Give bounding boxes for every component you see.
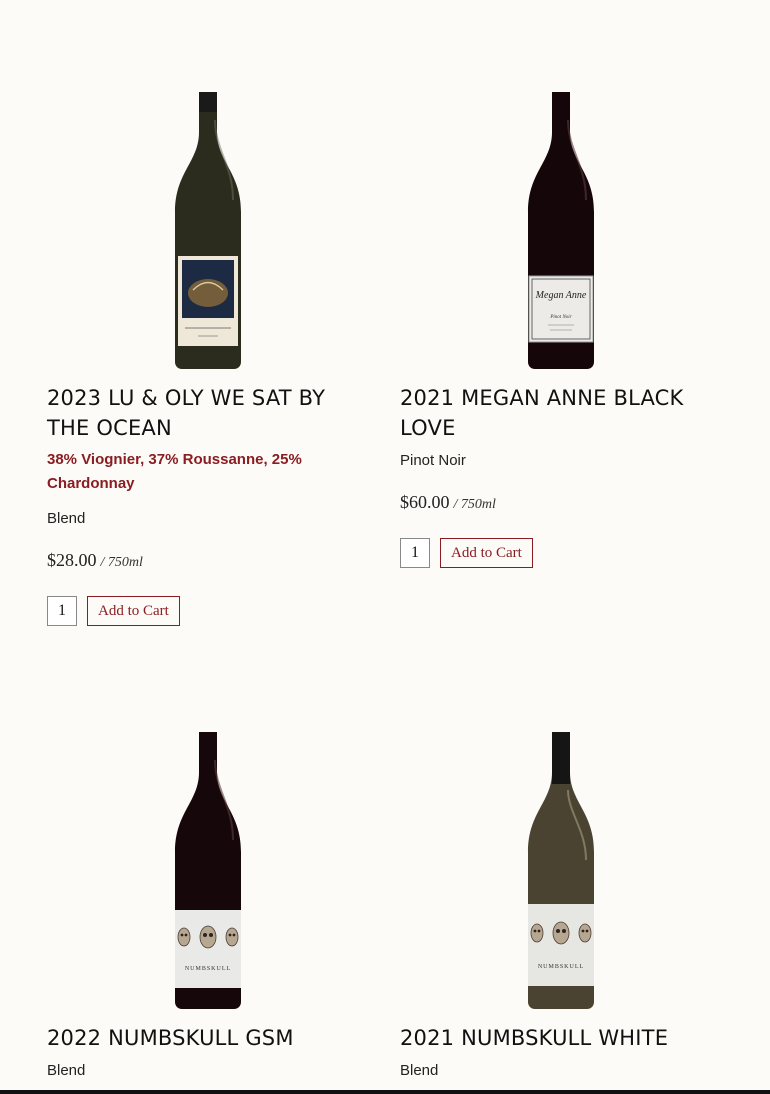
bottle-label-text: Megan Anne: [535, 290, 587, 301]
quantity-input[interactable]: 1: [400, 538, 430, 568]
product-card: Megan Anne Pinot Noir 2021 MEGAN ANNE BL…: [400, 90, 720, 580]
volume-label: / 750ml: [100, 555, 143, 570]
product-card: NUMBSKULL 2022 NUMBSKULL GSM Blend: [47, 730, 367, 1090]
product-image[interactable]: NUMBSKULL: [400, 730, 720, 1010]
varietal-label: Blend: [400, 1062, 439, 1079]
product-image[interactable]: [47, 90, 367, 370]
product-title[interactable]: 2021 NUMBSKULL WHITE: [400, 1023, 720, 1053]
product-card: NUMBSKULL 2021 NUMBSKULL WHITE Blend: [400, 730, 720, 1090]
blend-description: 38% Viognier, 37% Roussanne, 25% Chardon…: [47, 451, 302, 492]
volume-label: / 750ml: [453, 497, 496, 512]
wine-bottle-image: [175, 92, 241, 369]
varietal-label: Blend: [47, 1062, 86, 1079]
price: $60.00: [400, 492, 450, 512]
add-to-cart-button[interactable]: Add to Cart: [87, 596, 180, 626]
bottle-label-text: NUMBSKULL: [538, 964, 584, 970]
product-image[interactable]: NUMBSKULL: [47, 730, 367, 1010]
add-to-cart-button[interactable]: Add to Cart: [440, 538, 533, 568]
bottle-label-subtext: Pinot Noir: [549, 315, 571, 320]
price-row: $28.00/ 750ml: [47, 550, 143, 571]
quantity-input[interactable]: 1: [47, 596, 77, 626]
product-card: 2023 LU & OLY WE SAT BY THE OCEAN 38% Vi…: [47, 90, 367, 630]
bottom-divider: [0, 1090, 770, 1094]
product-image[interactable]: Megan Anne Pinot Noir: [400, 90, 720, 370]
price-row: $60.00/ 750ml: [400, 492, 496, 513]
varietal-label: Blend: [47, 510, 86, 527]
bottle-label-text: NUMBSKULL: [185, 966, 231, 972]
varietal-label: Pinot Noir: [400, 452, 466, 469]
wine-bottle-image: NUMBSKULL: [175, 732, 241, 1009]
product-title[interactable]: 2022 NUMBSKULL GSM: [47, 1023, 367, 1053]
product-title[interactable]: 2021 MEGAN ANNE BLACK LOVE: [400, 383, 720, 443]
wine-bottle-image: NUMBSKULL: [528, 732, 594, 1009]
price: $28.00: [47, 550, 97, 570]
product-title[interactable]: 2023 LU & OLY WE SAT BY THE OCEAN: [47, 383, 367, 443]
wine-bottle-image: Megan Anne Pinot Noir: [528, 92, 594, 369]
